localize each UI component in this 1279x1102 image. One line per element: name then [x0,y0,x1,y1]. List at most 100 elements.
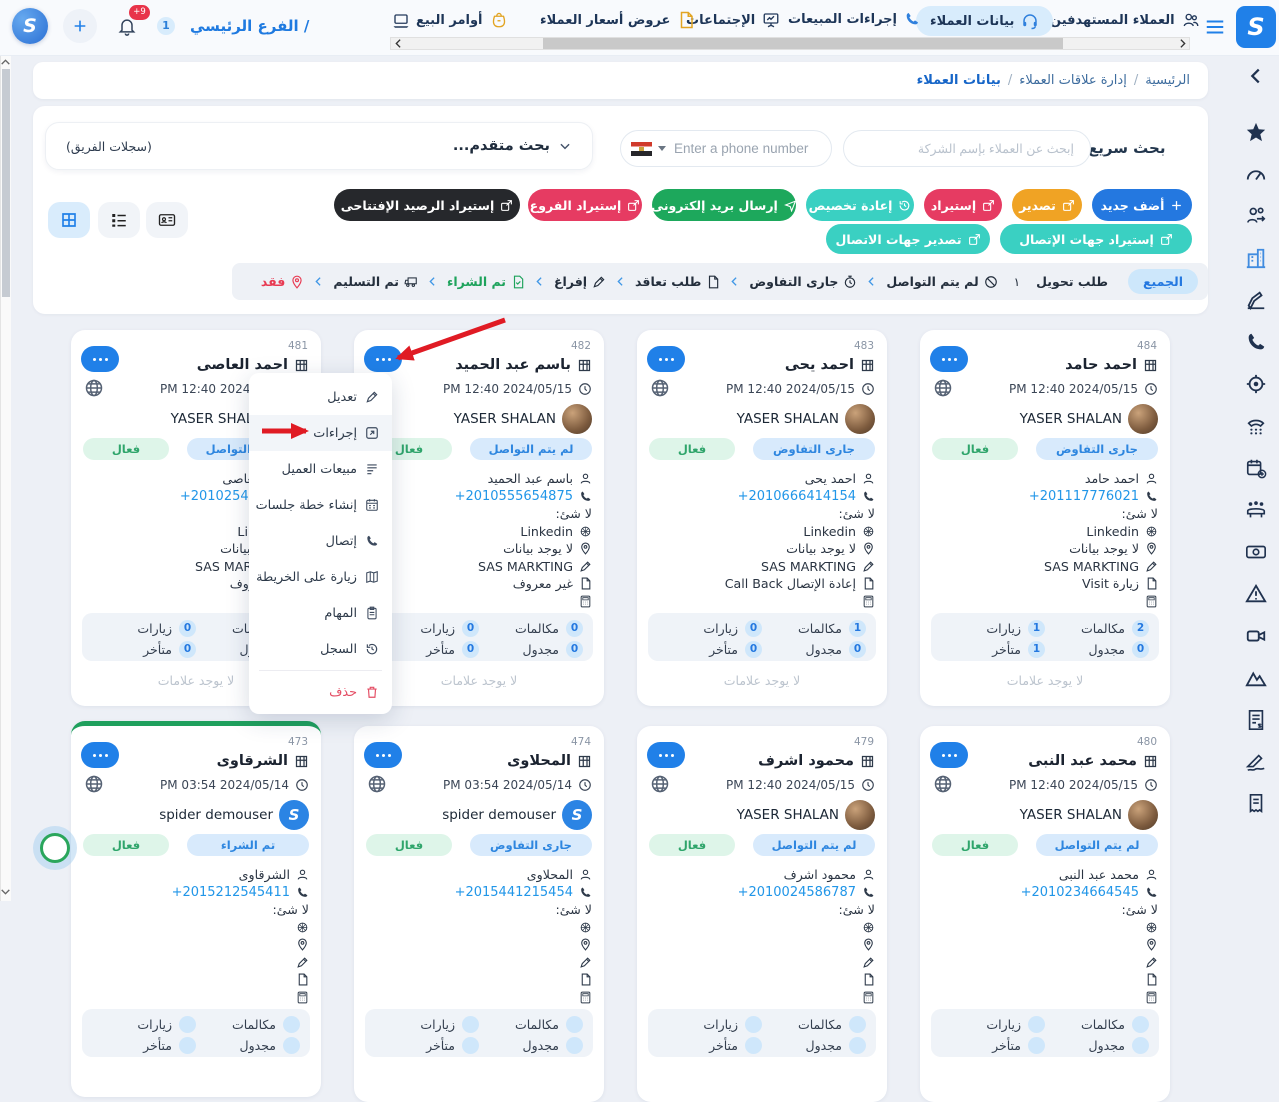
grid-view-button[interactable] [48,202,90,238]
meeting-group-icon[interactable] [1245,499,1267,521]
nav-scroll-right-icon[interactable] [1176,37,1189,50]
export-button[interactable]: تصدير [1012,189,1082,221]
warning-triangle-icon[interactable] [1245,583,1267,605]
phone-number[interactable]: +2015212545411 [172,885,290,900]
chevron-left-icon[interactable] [1245,65,1267,87]
stage-negotiating[interactable]: جارى التفاوض [749,274,857,289]
nav-item-customer-data[interactable]: بيانات العملاء [916,6,1053,36]
card-menu-button[interactable] [647,742,685,768]
nav-scrollbar-thumb[interactable] [543,38,1063,49]
globe-icon[interactable] [650,774,670,794]
gauge-icon[interactable] [1245,163,1267,185]
company-search-input[interactable] [843,130,1091,167]
stage-delivered[interactable]: تم التسليم [333,274,418,289]
menu-item-tasks[interactable]: المهام [249,595,392,631]
card-menu-button[interactable] [81,742,119,768]
send-email-button[interactable]: إرسال بريد إلكترونى [652,189,796,221]
phone-number[interactable]: +2010555654875 [455,489,573,504]
page-scrollbar-thumb[interactable] [2,69,10,297]
stage-purchased[interactable]: تم الشراء [447,274,525,289]
nav-scroll-left-icon[interactable] [392,37,405,50]
nav-item-targeted-customers[interactable]: العملاء المستهدفين [1050,11,1200,29]
floating-action-button[interactable] [40,833,70,863]
stage-not-contacted[interactable]: لم يتم التواصل [886,274,997,289]
phone-call-icon[interactable] [1245,331,1267,353]
list-view-button[interactable] [98,202,140,238]
pos-terminal-icon[interactable] [392,12,410,30]
reassign-button[interactable]: إعادة تخصيص [806,189,914,221]
add-quick-button[interactable] [63,9,97,43]
phone-number[interactable]: +2010234664545 [1021,885,1139,900]
card-menu-button[interactable] [364,346,402,372]
page-vertical-scrollbar[interactable] [0,55,11,901]
globe-icon[interactable] [933,774,953,794]
star-icon[interactable] [1245,121,1267,143]
stage-badge[interactable]: جارى التفاوض [1036,438,1158,460]
globe-icon[interactable] [933,378,953,398]
menu-item-history[interactable]: السجل [249,631,392,667]
fax-phone-icon[interactable] [1245,415,1267,437]
card-menu-button[interactable] [930,346,968,372]
import-branches-button[interactable]: إستيراد الفروع [528,189,642,221]
nav-item-sales-actions[interactable]: إجراءات المبيعات [788,11,920,27]
phone-search-input[interactable] [672,140,821,157]
phone-search-field[interactable] [620,130,832,167]
menu-item-call[interactable]: إتصال [249,523,392,559]
stage-transfer-request[interactable]: طلب تحويل [1036,274,1108,289]
stage-badge[interactable]: جارى التفاوض [753,438,875,460]
breadcrumb-home[interactable]: الرئيسية [1145,73,1190,88]
export-contacts-button[interactable]: تصدير جهات الاتصال [826,224,990,254]
breadcrumb-section[interactable]: إدارة علاقات العملاء [1019,73,1127,88]
phone-number[interactable]: +2010666414154 [738,489,856,504]
stage-badge[interactable]: لم يتم التواصل [470,438,592,460]
card-menu-button[interactable] [81,346,119,372]
card-menu-button[interactable] [647,346,685,372]
stage-lost[interactable]: فقد [261,274,304,289]
stage-all[interactable]: الجميع [1128,269,1198,294]
advanced-search-label[interactable]: بحث متقدم... [453,138,550,154]
scroll-up-icon[interactable] [0,56,12,69]
menu-item-map-visit[interactable]: زيارة على الخريطة [249,559,392,595]
egypt-flag-icon[interactable] [631,142,652,156]
stage-badge[interactable]: لم يتم التواصل [753,834,875,856]
video-camera-icon[interactable] [1245,625,1267,647]
nav-item-customer-quotes[interactable]: عروض أسعار العملاء [540,11,695,29]
branch-label[interactable]: الفرع الرئيسي / [190,17,309,35]
company-avatar[interactable]: S [12,8,48,44]
flag-dropdown-caret-icon[interactable] [658,146,666,151]
phone-number[interactable]: +2010024586787 [738,885,856,900]
menu-item-customer-sales[interactable]: مبيعات العميل [249,451,392,487]
nav-item-meetings[interactable]: الإجتماعات [686,11,780,29]
menu-item-edit[interactable]: تعديل [249,379,392,415]
menu-toggle-icon[interactable] [1204,16,1226,38]
nav-horizontal-scrollbar[interactable] [390,37,1190,50]
calendar-plus-icon[interactable] [1245,457,1267,479]
card-view-button[interactable] [146,202,188,238]
stage-badge[interactable]: لم يتم التواصل [1036,834,1158,856]
add-new-button[interactable]: أضف جديد [1092,189,1192,221]
advanced-search-box[interactable]: بحث متقدم... (سجلات الفريق) [45,122,593,170]
building-icon[interactable] [1245,247,1267,269]
import-button[interactable]: إستيراد [924,189,1002,221]
app-logo[interactable]: S [1236,6,1276,48]
phone-number[interactable]: +201117776021 [1029,489,1139,504]
stage-contract-request[interactable]: طلب تعاقد [635,274,720,289]
menu-item-actions[interactable]: إجراءات [249,415,392,451]
stage-badge[interactable]: تم الشراء [187,834,309,856]
cash-icon[interactable] [1245,541,1267,563]
nav-item-sales-orders[interactable]: أوامر البيع [416,11,508,29]
receipt-coin-icon[interactable] [1245,793,1267,815]
globe-icon[interactable] [650,378,670,398]
notifications-button[interactable]: +9 [112,11,142,41]
menu-item-delete[interactable]: حذف [249,674,392,710]
user-arrows-icon[interactable] [1245,205,1267,227]
card-menu-button[interactable] [364,742,402,768]
invoice-dollar-icon[interactable] [1245,709,1267,731]
desk-lamp-icon[interactable] [1245,289,1267,311]
card-menu-button[interactable] [930,742,968,768]
phone-number[interactable]: +2015441215454 [455,885,573,900]
import-opening-balance-button[interactable]: إستيراد الرصيد الإفتتاحى [334,189,520,221]
signature-pen-icon[interactable] [1245,751,1267,773]
menu-item-session-plan[interactable]: إنشاء خطة جلسات [249,487,392,523]
stage-emptying[interactable]: إفراغ [554,274,606,289]
